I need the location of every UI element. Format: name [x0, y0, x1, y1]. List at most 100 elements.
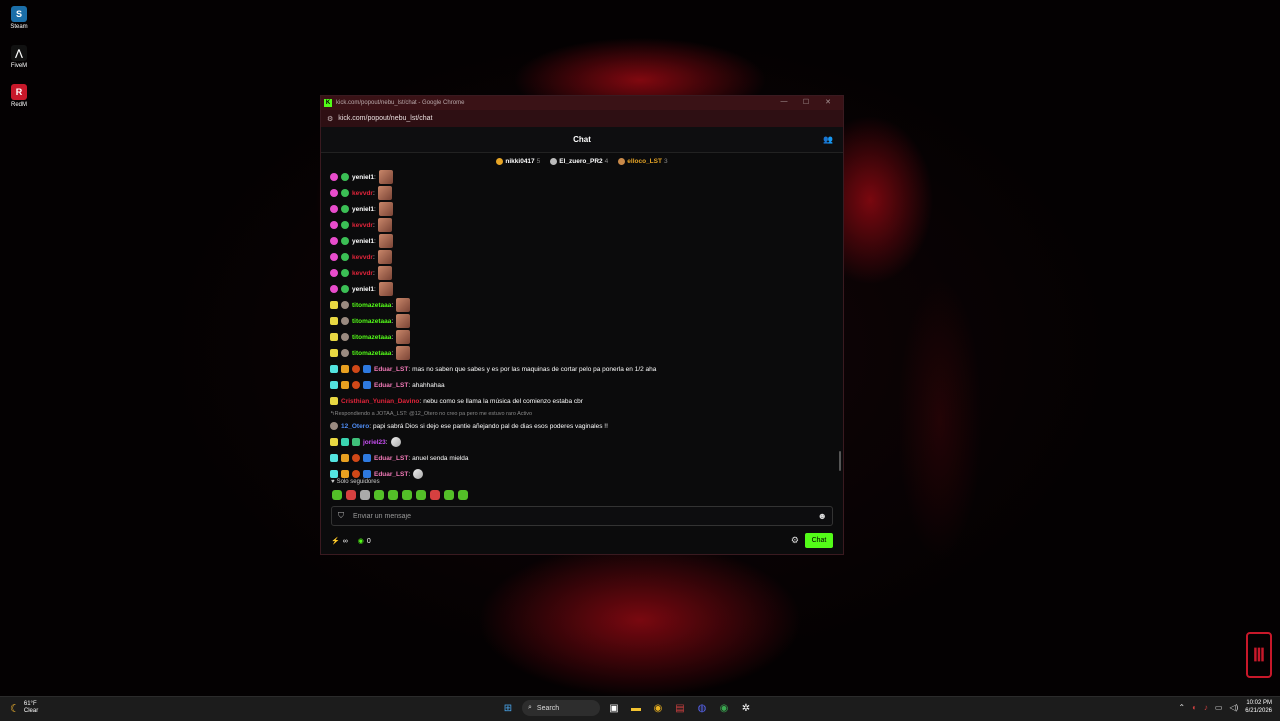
chat-emote[interactable] — [390, 437, 401, 447]
chat-emote[interactable] — [378, 170, 393, 184]
chat-username[interactable]: titomazetaaa — [352, 302, 391, 309]
chat-message[interactable]: kevvdr: — [330, 249, 835, 265]
site-info-icon[interactable]: ⚙ — [327, 115, 333, 123]
chat-username[interactable]: Eduar_LST — [374, 455, 408, 462]
message-input[interactable] — [351, 511, 818, 521]
channel-points[interactable]: ⚡ ∞ — [331, 537, 348, 546]
quick-emote[interactable] — [416, 490, 426, 500]
quick-emote[interactable] — [374, 490, 384, 500]
reply-badge-icon[interactable] — [330, 422, 338, 430]
quick-emote[interactable] — [458, 490, 468, 500]
og-badge-icon[interactable] — [341, 205, 349, 213]
chat-username[interactable]: yeniel1 — [352, 174, 374, 181]
users-icon[interactable]: 👥 — [823, 135, 833, 144]
file-explorer-icon[interactable]: ▬ — [628, 699, 644, 717]
chat-username[interactable]: Eduar_LST — [374, 366, 408, 373]
chat-message[interactable]: kevvdr: — [330, 217, 835, 233]
chat-emote[interactable] — [396, 346, 411, 360]
wolf-badge-icon[interactable] — [352, 365, 360, 373]
subscriber-badge-icon[interactable] — [330, 189, 338, 197]
chat-emote[interactable] — [413, 469, 424, 479]
sword-badge-icon[interactable] — [363, 365, 371, 373]
chat-username[interactable]: yeniel1 — [352, 238, 374, 245]
gear-badge-icon[interactable] — [352, 438, 360, 446]
maximize-button[interactable]: ☐ — [795, 98, 817, 106]
chat-username[interactable]: joriel23 — [363, 439, 386, 446]
subscriber-badge-icon[interactable] — [330, 221, 338, 229]
dot-badge-icon[interactable] — [341, 333, 349, 341]
subscriber-badge-icon[interactable] — [330, 253, 338, 261]
desktop-shortcut[interactable]: S Steam — [6, 6, 32, 30]
chevron-up-icon[interactable]: ⌃ — [1178, 703, 1185, 712]
chat-username[interactable]: kevvdr — [352, 190, 373, 197]
og-badge-icon[interactable] — [341, 285, 349, 293]
chrome-icon[interactable]: ◉ — [650, 699, 666, 717]
chat-username[interactable]: kevvdr — [352, 254, 373, 261]
subscriber-badge-icon[interactable] — [330, 269, 338, 277]
chat-username[interactable]: yeniel1 — [352, 286, 374, 293]
volume-icon[interactable]: ◁) — [1229, 703, 1238, 712]
chat-username[interactable]: kevvdr — [352, 270, 373, 277]
close-button[interactable]: ✕ — [817, 98, 839, 106]
subscriber-badge-icon[interactable] — [330, 237, 338, 245]
chat-message[interactable]: yeniel1: — [330, 281, 835, 297]
quick-emote[interactable] — [430, 490, 440, 500]
minimize-button[interactable]: — — [773, 98, 795, 106]
windows-start-icon[interactable]: ⊞ — [500, 699, 516, 717]
chat-message[interactable]: Cristhian_Yunian_Davino: nebu como se lla… — [330, 393, 835, 409]
og-badge-icon[interactable] — [341, 269, 349, 277]
og-badge-icon[interactable] — [341, 173, 349, 181]
shield-icon[interactable]: ⛉ — [338, 511, 344, 521]
top-gifter[interactable]: El_zuero_PR2 4 — [550, 157, 608, 165]
chat-message[interactable]: Eduar_LST: mas no saben que sabes y es po… — [330, 361, 835, 377]
chat-emote[interactable] — [378, 234, 393, 248]
moderator-badge-icon[interactable] — [330, 454, 338, 462]
sword-badge-icon[interactable] — [363, 454, 371, 462]
quick-emote[interactable] — [346, 490, 356, 500]
chat-emote[interactable] — [377, 250, 392, 264]
chat-username[interactable]: Cristhian_Yunian_Davino — [341, 398, 419, 405]
dot-badge-icon[interactable] — [341, 317, 349, 325]
emoji-picker-icon[interactable]: ☻ — [818, 511, 827, 521]
og-badge-icon[interactable] — [341, 221, 349, 229]
crown-badge-icon[interactable] — [341, 470, 349, 478]
wolf-badge-icon[interactable] — [352, 381, 360, 389]
crown-badge-icon[interactable] — [341, 365, 349, 373]
vip-badge-icon[interactable] — [330, 301, 338, 309]
top-gifter[interactable]: elloco_LST 3 — [618, 157, 668, 165]
chat-username[interactable]: Eduar_LST — [374, 382, 408, 389]
subscriber-badge-icon[interactable] — [330, 285, 338, 293]
chat-emote[interactable] — [396, 314, 411, 328]
chat-message[interactable]: 12_Otero: papi sabrá Dios si dejo ese pan… — [330, 418, 835, 434]
chat-message[interactable]: yeniel1: — [330, 201, 835, 217]
weather-widget[interactable]: ☾ 61°F Clear — [10, 701, 38, 715]
og-badge-icon[interactable] — [341, 237, 349, 245]
window-titlebar[interactable]: K kick.com/popout/nebu_lst/chat - Google… — [321, 96, 843, 110]
chrome-active-icon[interactable]: ◉ — [716, 699, 732, 717]
vip-badge-icon[interactable] — [330, 349, 338, 357]
chat-emote[interactable] — [378, 282, 393, 296]
vip-badge-icon[interactable] — [330, 333, 338, 341]
chat-message[interactable]: joriel23: — [330, 434, 835, 450]
desktop-shortcut[interactable]: ⋀ FiveM — [6, 45, 32, 69]
crown-badge-icon[interactable] — [341, 381, 349, 389]
vip-badge-icon[interactable] — [330, 438, 338, 446]
moderator-badge-icon[interactable] — [330, 365, 338, 373]
chat-username[interactable]: titomazetaaa — [352, 318, 391, 325]
discord-icon[interactable]: ◍ — [694, 699, 710, 717]
send-chat-button[interactable]: Chat — [805, 533, 833, 548]
gear-app-icon[interactable]: ✲ — [738, 699, 754, 717]
chat-username[interactable]: kevvdr — [352, 222, 373, 229]
tray-app-icon[interactable]: ◐ — [1192, 703, 1197, 712]
chat-emote[interactable] — [377, 186, 392, 200]
og-badge-icon[interactable] — [341, 253, 349, 261]
taskbar-search[interactable]: ⌕ Search — [522, 700, 600, 716]
chat-messages[interactable]: yeniel1: kevvdr: yeniel1: kevvdr: yeniel1: ke… — [330, 169, 835, 502]
clock[interactable]: 10:02 PM 6/21/2026 — [1245, 699, 1272, 715]
chat-message[interactable]: Eduar_LST: ahahhahaa — [330, 377, 835, 393]
chat-username[interactable]: 12_Otero — [341, 423, 369, 430]
dot-badge-icon[interactable] — [341, 349, 349, 357]
subscriber-badge-icon[interactable] — [330, 205, 338, 213]
chat-message[interactable]: Eduar_LST: — [330, 466, 835, 482]
chat-message[interactable]: yeniel1: — [330, 233, 835, 249]
